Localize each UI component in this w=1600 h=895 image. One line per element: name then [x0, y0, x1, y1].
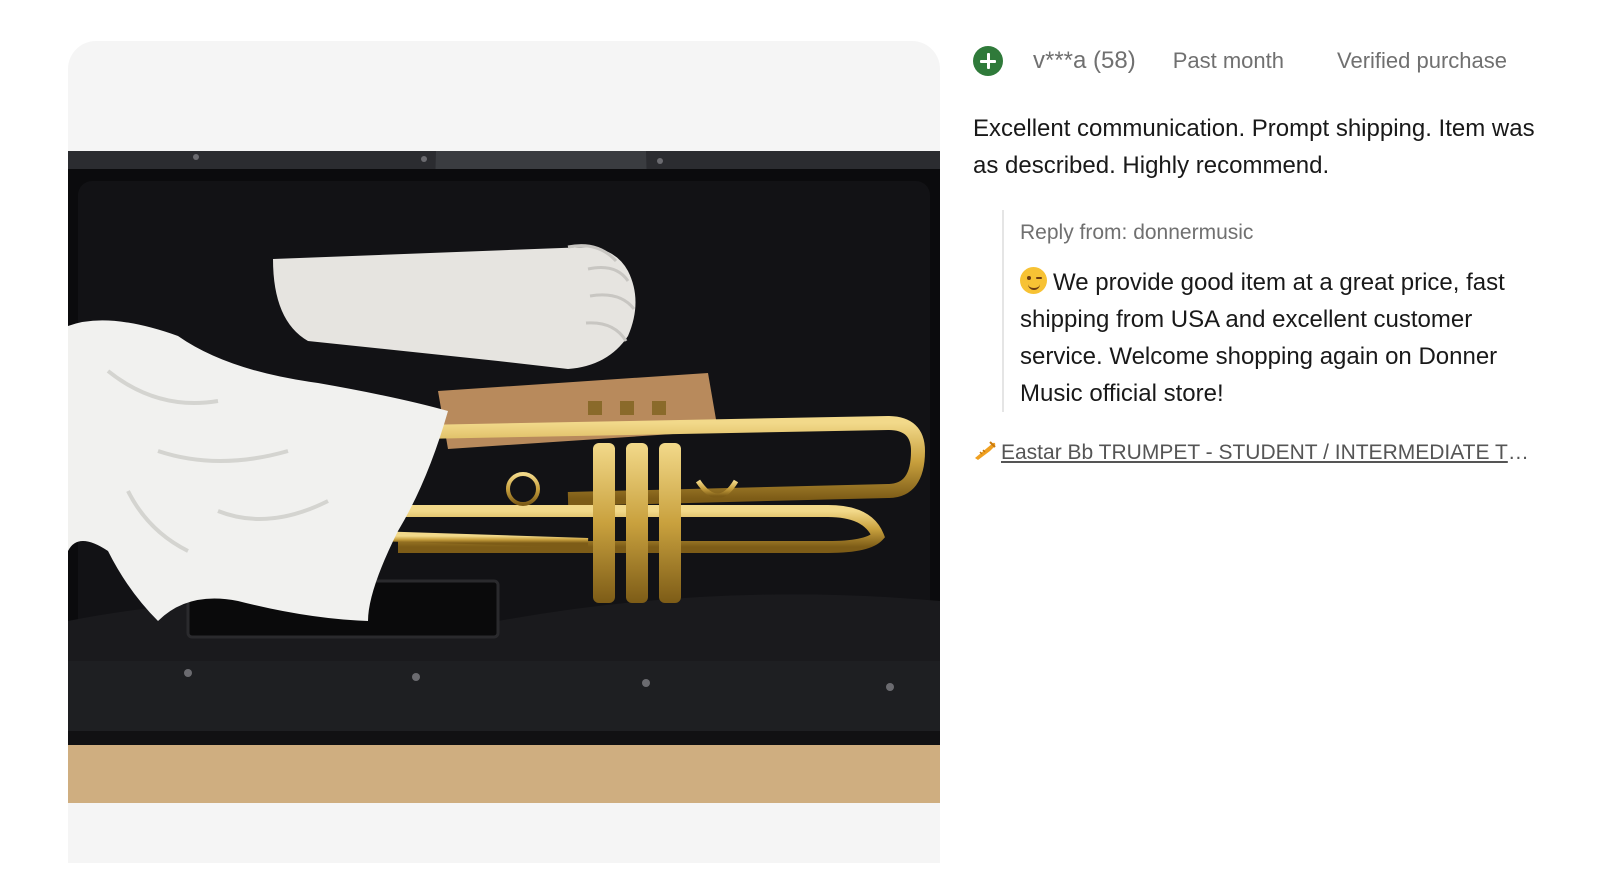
reply-text: We provide good item at a great price, f…: [1020, 269, 1505, 407]
item-link-label: Eastar Bb TRUMPET - STUDENT / INTERMEDIA…: [1001, 441, 1535, 464]
trumpet-icon: [973, 440, 997, 468]
reply-body: We provide good item at a great price, f…: [1020, 264, 1560, 412]
reviewer-username[interactable]: v***a (58): [1033, 47, 1136, 75]
review-photo-panel: [68, 41, 940, 863]
verified-purchase-label: Verified purchase: [1337, 48, 1507, 73]
review-entry: v***a (58) Past month Verified purchase …: [973, 38, 1573, 468]
trumpet-in-case-photo[interactable]: [68, 151, 940, 803]
review-meta: v***a (58) Past month Verified purchase: [973, 38, 1573, 84]
review-time: Past month: [1172, 48, 1284, 73]
review-text: Excellent communication. Prompt shipping…: [973, 115, 1535, 179]
reply-from-label: Reply from: donnermusic: [1020, 221, 1254, 244]
seller-reply: Reply from: donnermusic We provide good …: [1002, 210, 1560, 412]
winking-face-emoji-icon: [1020, 267, 1047, 294]
positive-plus-icon: [973, 46, 1003, 76]
purchased-item-link[interactable]: Eastar Bb TRUMPET - STUDENT / INTERMEDIA…: [973, 440, 1535, 468]
